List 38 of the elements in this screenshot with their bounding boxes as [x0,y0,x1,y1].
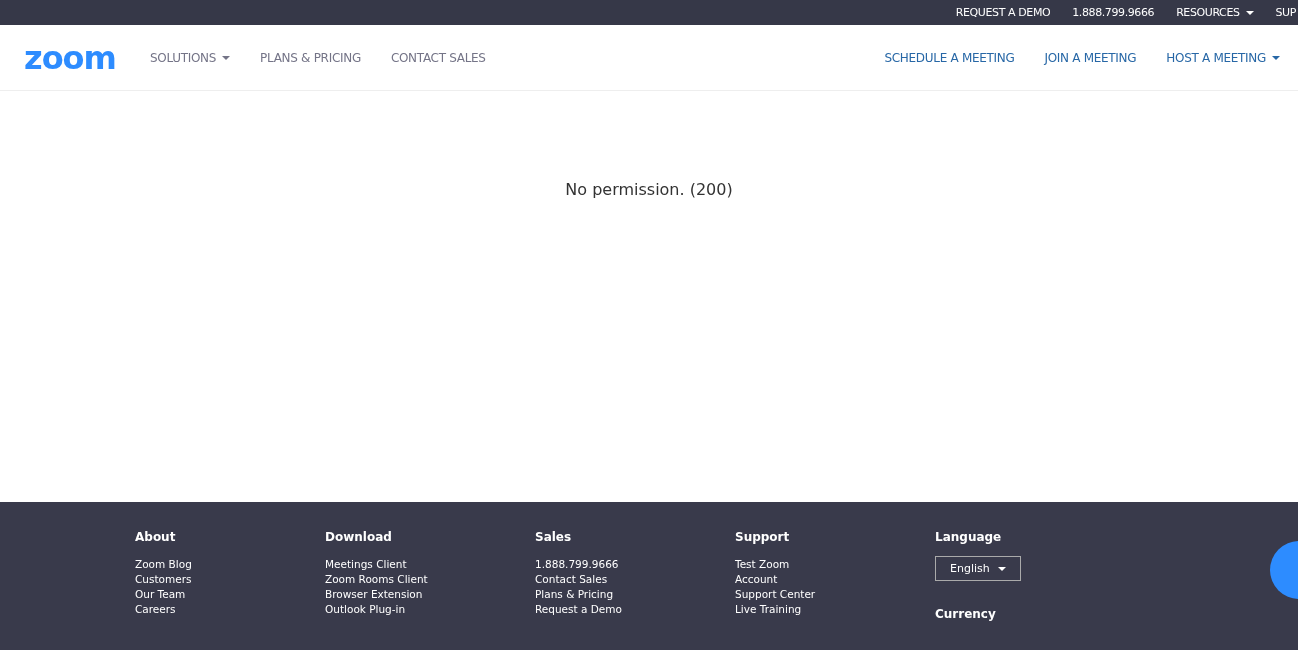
footer-link[interactable]: Our Team [135,587,186,602]
caret-icon [222,55,231,60]
footer-heading: Download [325,530,392,544]
top-link[interactable]: REQUEST A DEMO [955,6,1051,19]
footer-link[interactable]: Meetings Client [325,557,407,572]
footer-link[interactable]: Test Zoom [735,557,790,572]
caret-icon [1272,55,1280,60]
top-link[interactable]: RESOURCES [1176,6,1254,19]
footer-link[interactable]: Outlook Plug-in [325,602,406,617]
nav-link[interactable]: HOST A MEETING [1166,50,1280,65]
footer-link[interactable]: Support Center [735,587,816,602]
nav-link[interactable]: JOIN A MEETING [1044,50,1137,65]
footer-link[interactable]: Live Training [735,602,802,617]
nav-link[interactable]: CONTACT SALES [390,50,486,65]
footer-heading: About [135,530,176,544]
footer-link[interactable]: Account [735,572,778,587]
nav-link[interactable]: PLANS & PRICING [260,50,361,65]
top-link[interactable]: 1.888.799.9666 [1072,6,1155,19]
caret-icon [1245,10,1254,15]
footer-heading: Language [935,530,1002,544]
nav-link[interactable]: SOLUTIONS [149,50,231,65]
footer-link[interactable]: Contact Sales [535,572,608,587]
footer-link[interactable]: Request a Demo [535,602,622,617]
top-link[interactable]: SUP [1275,6,1296,19]
footer-link[interactable]: Browser Extension [325,587,423,602]
footer-link[interactable]: Zoom Blog [135,557,192,572]
footer-link[interactable]: Careers [135,602,176,617]
error-message: No permission. (200) [565,180,733,201]
footer-link[interactable]: Customers [135,572,192,587]
footer-link[interactable]: 1.888.799.9666 [535,557,619,572]
footer-heading: Support [735,530,790,544]
caret-icon [997,566,1006,571]
nav-link[interactable]: SCHEDULE A MEETING [884,50,1015,65]
language-dropdown[interactable]: English [935,556,1021,581]
footer-heading: Currency [935,607,996,621]
footer-heading: Sales [535,530,572,544]
footer-link[interactable]: Zoom Rooms Client [325,572,428,587]
footer-link[interactable]: Plans & Pricing [535,587,614,602]
